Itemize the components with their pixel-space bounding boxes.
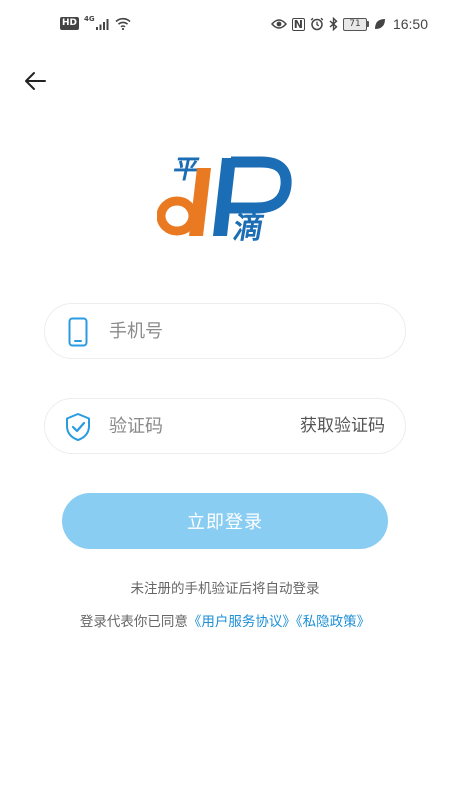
network-type: 4G <box>84 14 95 23</box>
shield-check-icon <box>65 412 91 442</box>
logo-char-bottom: 滴 <box>230 210 266 242</box>
back-button[interactable] <box>18 66 52 96</box>
user-agreement-link[interactable]: 《用户服务协议》 <box>188 614 296 630</box>
bluetooth-icon <box>329 17 338 31</box>
phone-field[interactable] <box>44 303 406 359</box>
signal-icon <box>95 18 109 30</box>
privacy-policy-link[interactable]: 《私隐政策》 <box>296 614 370 630</box>
phone-input[interactable] <box>109 304 379 358</box>
status-left: HD 4G <box>60 14 131 30</box>
battery-tip <box>366 21 369 27</box>
agreement-prefix: 登录代表你已同意 <box>79 614 188 630</box>
hd-badge: HD <box>60 17 80 30</box>
app-logo: 平 滴 <box>156 152 297 246</box>
battery-level: 71 <box>349 19 361 29</box>
battery-body: 71 <box>342 17 367 31</box>
agreement-note: 登录代表你已同意《用户服务协议》《私隐政策》 <box>0 610 450 630</box>
nfc-icon: N <box>291 17 305 31</box>
wifi-icon <box>115 17 131 30</box>
leaf-icon <box>374 19 385 29</box>
auto-register-note: 未注册的手机验证后将自动登录 <box>130 581 320 597</box>
status-right: N 71 16:50 <box>270 16 428 32</box>
status-time: 16:50 <box>392 16 428 32</box>
arrow-left-icon <box>25 72 46 90</box>
alarm-icon <box>310 17 324 31</box>
verification-code-field[interactable]: 获取验证码 <box>44 398 406 454</box>
get-code-button[interactable]: 获取验证码 <box>300 399 385 453</box>
login-button-label: 立即登录 <box>187 512 263 533</box>
logo-graphic: 平 滴 <box>156 155 292 246</box>
login-button[interactable]: 立即登录 <box>62 493 388 549</box>
eye-icon <box>270 19 287 29</box>
status-bar: HD 4G N 71 16:50 <box>0 0 450 54</box>
battery-indicator: 71 <box>342 17 369 31</box>
phone-icon <box>65 317 91 347</box>
verification-code-input[interactable] <box>109 399 279 453</box>
